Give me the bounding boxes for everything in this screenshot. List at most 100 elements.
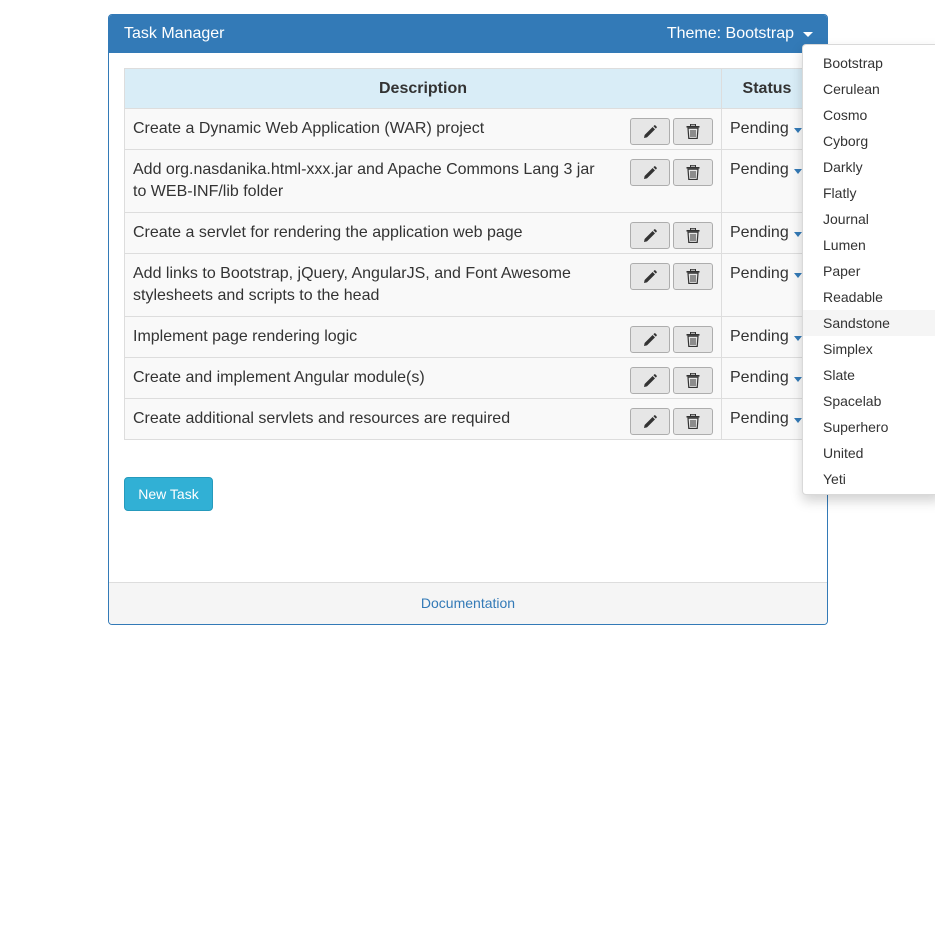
delete-task-button[interactable] <box>673 222 713 249</box>
theme-option-bootstrap[interactable]: Bootstrap <box>803 50 935 76</box>
description-cell: Create a Dynamic Web Application (WAR) p… <box>124 108 722 150</box>
edit-task-button[interactable] <box>630 159 670 186</box>
status-cell: Pending <box>721 149 813 213</box>
panel-footer: Documentation <box>109 582 827 624</box>
pencil-icon <box>644 124 657 138</box>
theme-option-paper[interactable]: Paper <box>803 258 935 284</box>
delete-task-button[interactable] <box>673 408 713 435</box>
description-column-header: Description <box>124 68 722 109</box>
pencil-icon <box>644 332 657 346</box>
status-label: Pending <box>730 224 789 241</box>
status-dropdown-toggle[interactable]: Pending <box>730 159 812 181</box>
edit-task-button[interactable] <box>630 263 670 290</box>
theme-option-sandstone[interactable]: Sandstone <box>803 310 935 336</box>
status-cell: Pending <box>721 253 813 317</box>
theme-dropdown-menu: Bootstrap Cerulean Cosmo Cyborg Darkly Flatly… <box>802 44 935 495</box>
theme-option-slate[interactable]: Slate <box>803 362 935 388</box>
trash-icon <box>686 165 700 180</box>
theme-option-journal[interactable]: Journal <box>803 206 935 232</box>
pencil-icon <box>644 165 657 179</box>
theme-option-superhero[interactable]: Superhero <box>803 414 935 440</box>
trash-icon <box>686 332 700 347</box>
edit-task-button[interactable] <box>630 408 670 435</box>
task-table: Description Status Create a Dynamic Web … <box>124 68 813 440</box>
status-label: Pending <box>730 410 789 427</box>
caret-down-icon <box>793 272 802 278</box>
trash-icon <box>686 269 700 284</box>
status-label: Pending <box>730 120 789 137</box>
delete-task-button[interactable] <box>673 118 713 145</box>
status-cell: Pending <box>721 316 813 358</box>
description-cell: Add links to Bootstrap, jQuery, AngularJ… <box>124 253 722 317</box>
description-cell: Add org.nasdanika.html-xxx.jar and Apach… <box>124 149 722 213</box>
table-row: Add links to Bootstrap, jQuery, AngularJ… <box>124 253 813 317</box>
trash-icon <box>686 228 700 243</box>
status-dropdown-toggle[interactable]: Pending <box>730 118 812 140</box>
trash-icon <box>686 124 700 139</box>
status-cell: Pending <box>721 398 813 440</box>
panel-body: Description Status Create a Dynamic Web … <box>124 68 813 440</box>
status-column-header: Status <box>721 68 813 109</box>
task-manager-panel: Task Manager Theme: Bootstrap Descriptio… <box>108 14 828 625</box>
task-actions <box>630 222 713 249</box>
status-dropdown-toggle[interactable]: Pending <box>730 263 812 285</box>
edit-task-button[interactable] <box>630 118 670 145</box>
status-label: Pending <box>730 369 789 386</box>
panel-title: Task Manager <box>124 25 225 42</box>
delete-task-button[interactable] <box>673 367 713 394</box>
caret-down-icon <box>793 168 802 174</box>
pencil-icon <box>644 228 657 242</box>
status-dropdown-toggle[interactable]: Pending <box>730 222 812 244</box>
theme-option-simplex[interactable]: Simplex <box>803 336 935 362</box>
theme-option-cosmo[interactable]: Cosmo <box>803 102 935 128</box>
pencil-icon <box>644 414 657 428</box>
status-dropdown-toggle[interactable]: Pending <box>730 367 812 389</box>
caret-down-icon <box>803 31 813 37</box>
theme-option-united[interactable]: United <box>803 440 935 466</box>
table-row: Create additional servlets and resources… <box>124 398 813 440</box>
theme-dropdown-toggle[interactable]: Theme: Bootstrap <box>667 25 813 43</box>
status-dropdown-toggle[interactable]: Pending <box>730 408 812 430</box>
theme-option-readable[interactable]: Readable <box>803 284 935 310</box>
trash-icon <box>686 373 700 388</box>
description-cell: Create and implement Angular module(s) <box>124 357 722 399</box>
status-label: Pending <box>730 328 789 345</box>
table-row: Implement page rendering logic Pending <box>124 316 813 358</box>
table-row: Create and implement Angular module(s) P… <box>124 357 813 399</box>
theme-option-cyborg[interactable]: Cyborg <box>803 128 935 154</box>
new-task-button[interactable]: New Task <box>124 477 213 511</box>
task-actions <box>630 367 713 394</box>
delete-task-button[interactable] <box>673 159 713 186</box>
description-cell: Implement page rendering logic <box>124 316 722 358</box>
theme-option-darkly[interactable]: Darkly <box>803 154 935 180</box>
status-label: Pending <box>730 265 789 282</box>
caret-down-icon <box>793 335 802 341</box>
status-dropdown-toggle[interactable]: Pending <box>730 326 812 348</box>
caret-down-icon <box>793 127 802 133</box>
caret-down-icon <box>793 231 802 237</box>
table-row: Create a Dynamic Web Application (WAR) p… <box>124 108 813 150</box>
edit-task-button[interactable] <box>630 326 670 353</box>
edit-task-button[interactable] <box>630 367 670 394</box>
theme-label: Theme: Bootstrap <box>666 25 794 42</box>
theme-option-spacelab[interactable]: Spacelab <box>803 388 935 414</box>
task-actions <box>630 408 713 435</box>
task-actions <box>630 263 713 290</box>
task-actions <box>630 118 713 145</box>
theme-option-yeti[interactable]: Yeti <box>803 466 935 492</box>
theme-option-lumen[interactable]: Lumen <box>803 232 935 258</box>
edit-task-button[interactable] <box>630 222 670 249</box>
delete-task-button[interactable] <box>673 326 713 353</box>
status-cell: Pending <box>721 108 813 150</box>
description-cell: Create a servlet for rendering the appli… <box>124 212 722 254</box>
theme-option-cerulean[interactable]: Cerulean <box>803 76 935 102</box>
delete-task-button[interactable] <box>673 263 713 290</box>
documentation-link[interactable]: Documentation <box>421 595 515 611</box>
table-row: Create a servlet for rendering the appli… <box>124 212 813 254</box>
status-cell: Pending <box>721 212 813 254</box>
caret-down-icon <box>793 417 802 423</box>
theme-option-flatly[interactable]: Flatly <box>803 180 935 206</box>
pencil-icon <box>644 269 657 283</box>
task-actions <box>630 326 713 353</box>
table-row: Add org.nasdanika.html-xxx.jar and Apach… <box>124 149 813 213</box>
